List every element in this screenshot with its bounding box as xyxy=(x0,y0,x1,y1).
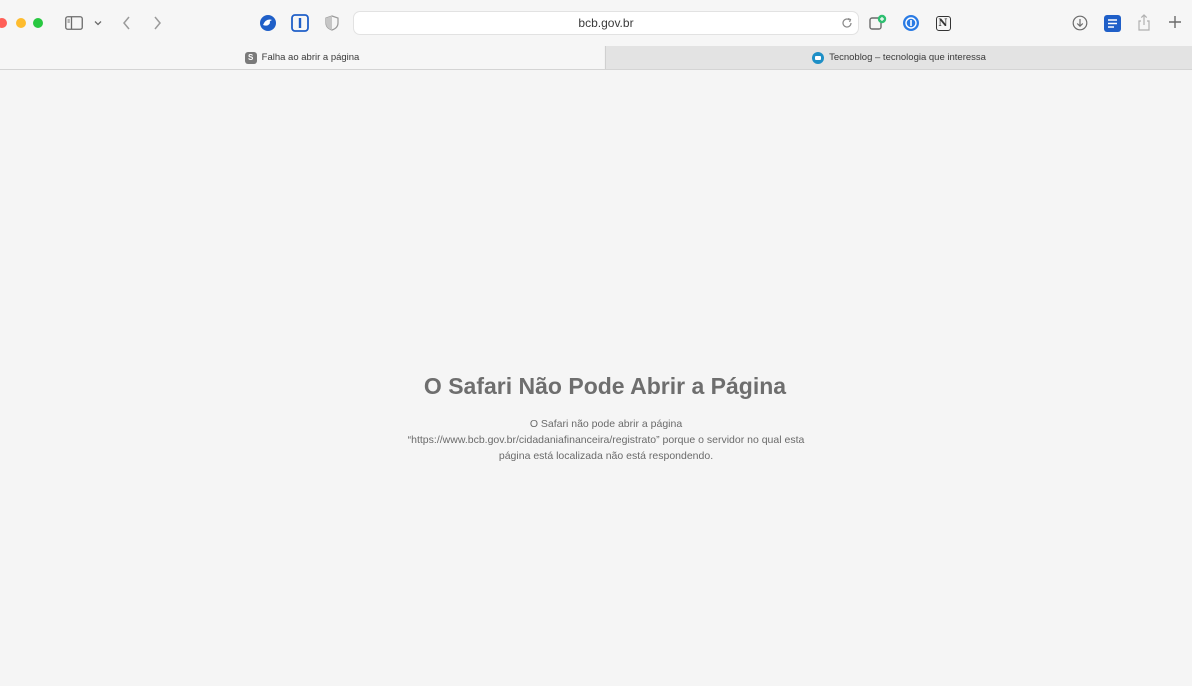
bird-extension-icon[interactable] xyxy=(259,14,277,32)
error-title: O Safari Não Pode Abrir a Página xyxy=(423,373,787,399)
plus-icon[interactable] xyxy=(1166,13,1184,31)
safari-favicon-icon: S xyxy=(244,51,257,64)
close-window-button[interactable] xyxy=(0,18,7,28)
tab-label: Falha ao abrir a página xyxy=(261,52,360,63)
tecnoblog-favicon-icon xyxy=(812,51,825,64)
address-bar[interactable]: bcb.gov.br xyxy=(353,11,859,35)
chevron-left-icon[interactable] xyxy=(118,13,134,33)
notion-icon[interactable]: N xyxy=(934,14,952,32)
share-icon[interactable] xyxy=(1135,12,1153,32)
error-message-line: página está localizada não está responde… xyxy=(498,450,714,462)
shield-icon[interactable] xyxy=(324,14,340,32)
password-manager-icon[interactable] xyxy=(291,14,309,32)
browser-window: bcb.gov.br N S Falha ao abrir a página T… xyxy=(0,0,1192,686)
tab-label: Tecnoblog – tecnologia que interessa xyxy=(829,52,986,63)
download-icon[interactable] xyxy=(1071,14,1089,32)
toolbar: bcb.gov.br N xyxy=(0,0,1192,46)
error-message: O Safari não pode abrir a página “https:… xyxy=(375,416,837,464)
notion-letter: N xyxy=(935,15,951,31)
chevron-right-icon[interactable] xyxy=(149,13,165,33)
extension-puzzle-icon[interactable] xyxy=(868,13,888,33)
zoom-window-button[interactable] xyxy=(33,18,43,28)
tab-bar: S Falha ao abrir a página Tecnoblog – te… xyxy=(0,46,1192,70)
error-message-line: O Safari não pode abrir a página xyxy=(529,418,683,430)
reload-icon[interactable] xyxy=(840,16,854,30)
tab-error-page[interactable]: S Falha ao abrir a página xyxy=(0,46,604,69)
minimize-window-button[interactable] xyxy=(16,18,26,28)
onepassword-icon[interactable] xyxy=(902,14,920,32)
error-message-line: “https://www.bcb.gov.br/cidadaniafinance… xyxy=(407,434,805,446)
chevron-down-icon[interactable] xyxy=(92,16,104,30)
tab-tecnoblog[interactable]: Tecnoblog – tecnologia que interessa xyxy=(605,46,1192,69)
translate-extension-icon[interactable] xyxy=(1103,14,1121,32)
sidebar-icon[interactable] xyxy=(64,14,84,32)
address-bar-url[interactable]: bcb.gov.br xyxy=(354,12,858,34)
